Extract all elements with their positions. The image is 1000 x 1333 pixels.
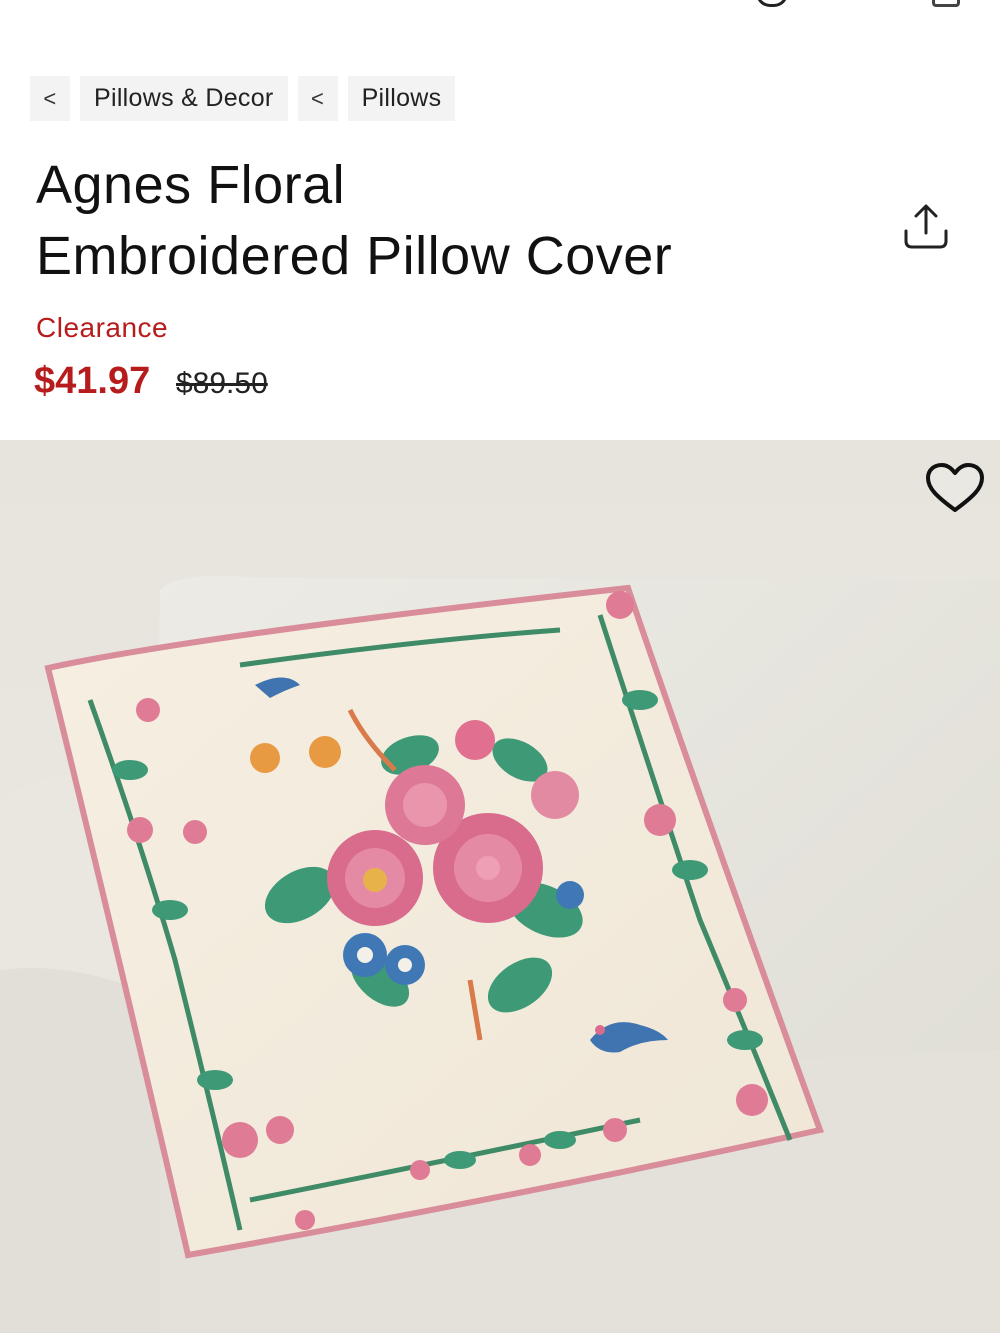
breadcrumb: < Pillows & Decor < Pillows (30, 76, 456, 121)
product-title-line-1: Agnes Floral (36, 155, 346, 215)
sale-price: $41.97 (34, 360, 151, 402)
favorite-button[interactable] (924, 462, 986, 514)
share-icon (904, 204, 948, 249)
heart-icon (926, 463, 984, 512)
share-button[interactable] (898, 203, 954, 255)
product-title-line-2: Embroidered Pillow Cover (36, 226, 673, 286)
cart-icon[interactable] (932, 0, 960, 7)
product-title: Agnes Floral Embroidered Pillow Cover (36, 150, 796, 292)
original-price: $89.50 (176, 367, 268, 400)
product-image[interactable] (0, 440, 1000, 1333)
breadcrumb-pillows[interactable]: Pillows (347, 76, 456, 121)
breadcrumb-back-1[interactable]: < (30, 76, 70, 121)
clearance-badge: Clearance (36, 312, 169, 343)
pillow-photo (0, 440, 1000, 1333)
top-toolbar (756, 0, 960, 7)
account-icon[interactable] (756, 0, 788, 7)
breadcrumb-pillows-decor[interactable]: Pillows & Decor (80, 76, 288, 121)
breadcrumb-back-2[interactable]: < (297, 76, 338, 121)
